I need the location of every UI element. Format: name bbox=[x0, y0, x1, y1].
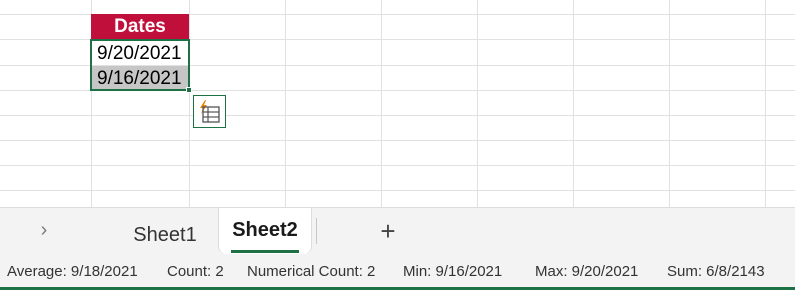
column-line bbox=[189, 0, 190, 207]
column-line bbox=[381, 0, 382, 207]
row-line bbox=[0, 115, 795, 116]
status-average[interactable]: Average: 9/18/2021 bbox=[7, 263, 138, 280]
status-bar: Average: 9/18/2021 Count: 2 Numerical Co… bbox=[0, 255, 795, 290]
tab-sheet2-label: Sheet2 bbox=[231, 210, 299, 253]
tab-divider bbox=[316, 218, 317, 244]
scroll-tabs-right-button[interactable]: › bbox=[30, 218, 58, 242]
column-line bbox=[285, 0, 286, 207]
sheet-tab-bar: › Sheet1 Sheet2 + bbox=[0, 207, 795, 255]
dates-header-cell[interactable]: Dates bbox=[91, 14, 189, 39]
status-count[interactable]: Count: 2 bbox=[167, 263, 224, 280]
status-min[interactable]: Min: 9/16/2021 bbox=[403, 263, 502, 280]
status-max[interactable]: Max: 9/20/2021 bbox=[535, 263, 638, 280]
column-line bbox=[669, 0, 670, 207]
column-line bbox=[765, 0, 766, 207]
plus-icon: + bbox=[380, 216, 396, 246]
row-line bbox=[0, 190, 795, 191]
status-numerical-count[interactable]: Numerical Count: 2 bbox=[247, 263, 375, 280]
tab-sheet2[interactable]: Sheet2 bbox=[218, 208, 312, 254]
add-sheet-button[interactable]: + bbox=[372, 216, 404, 246]
quick-analysis-button[interactable] bbox=[193, 95, 226, 128]
worksheet-grid[interactable]: Dates 9/20/2021 9/16/2021 bbox=[0, 0, 795, 207]
fill-handle[interactable] bbox=[186, 87, 192, 93]
status-sum[interactable]: Sum: 6/8/2143 bbox=[667, 263, 765, 280]
selection-border bbox=[90, 39, 190, 91]
row-line bbox=[0, 165, 795, 166]
column-line bbox=[477, 0, 478, 207]
column-line bbox=[573, 0, 574, 207]
row-line bbox=[0, 140, 795, 141]
chevron-right-icon: › bbox=[40, 219, 48, 241]
tab-sheet1[interactable]: Sheet1 bbox=[120, 213, 210, 257]
